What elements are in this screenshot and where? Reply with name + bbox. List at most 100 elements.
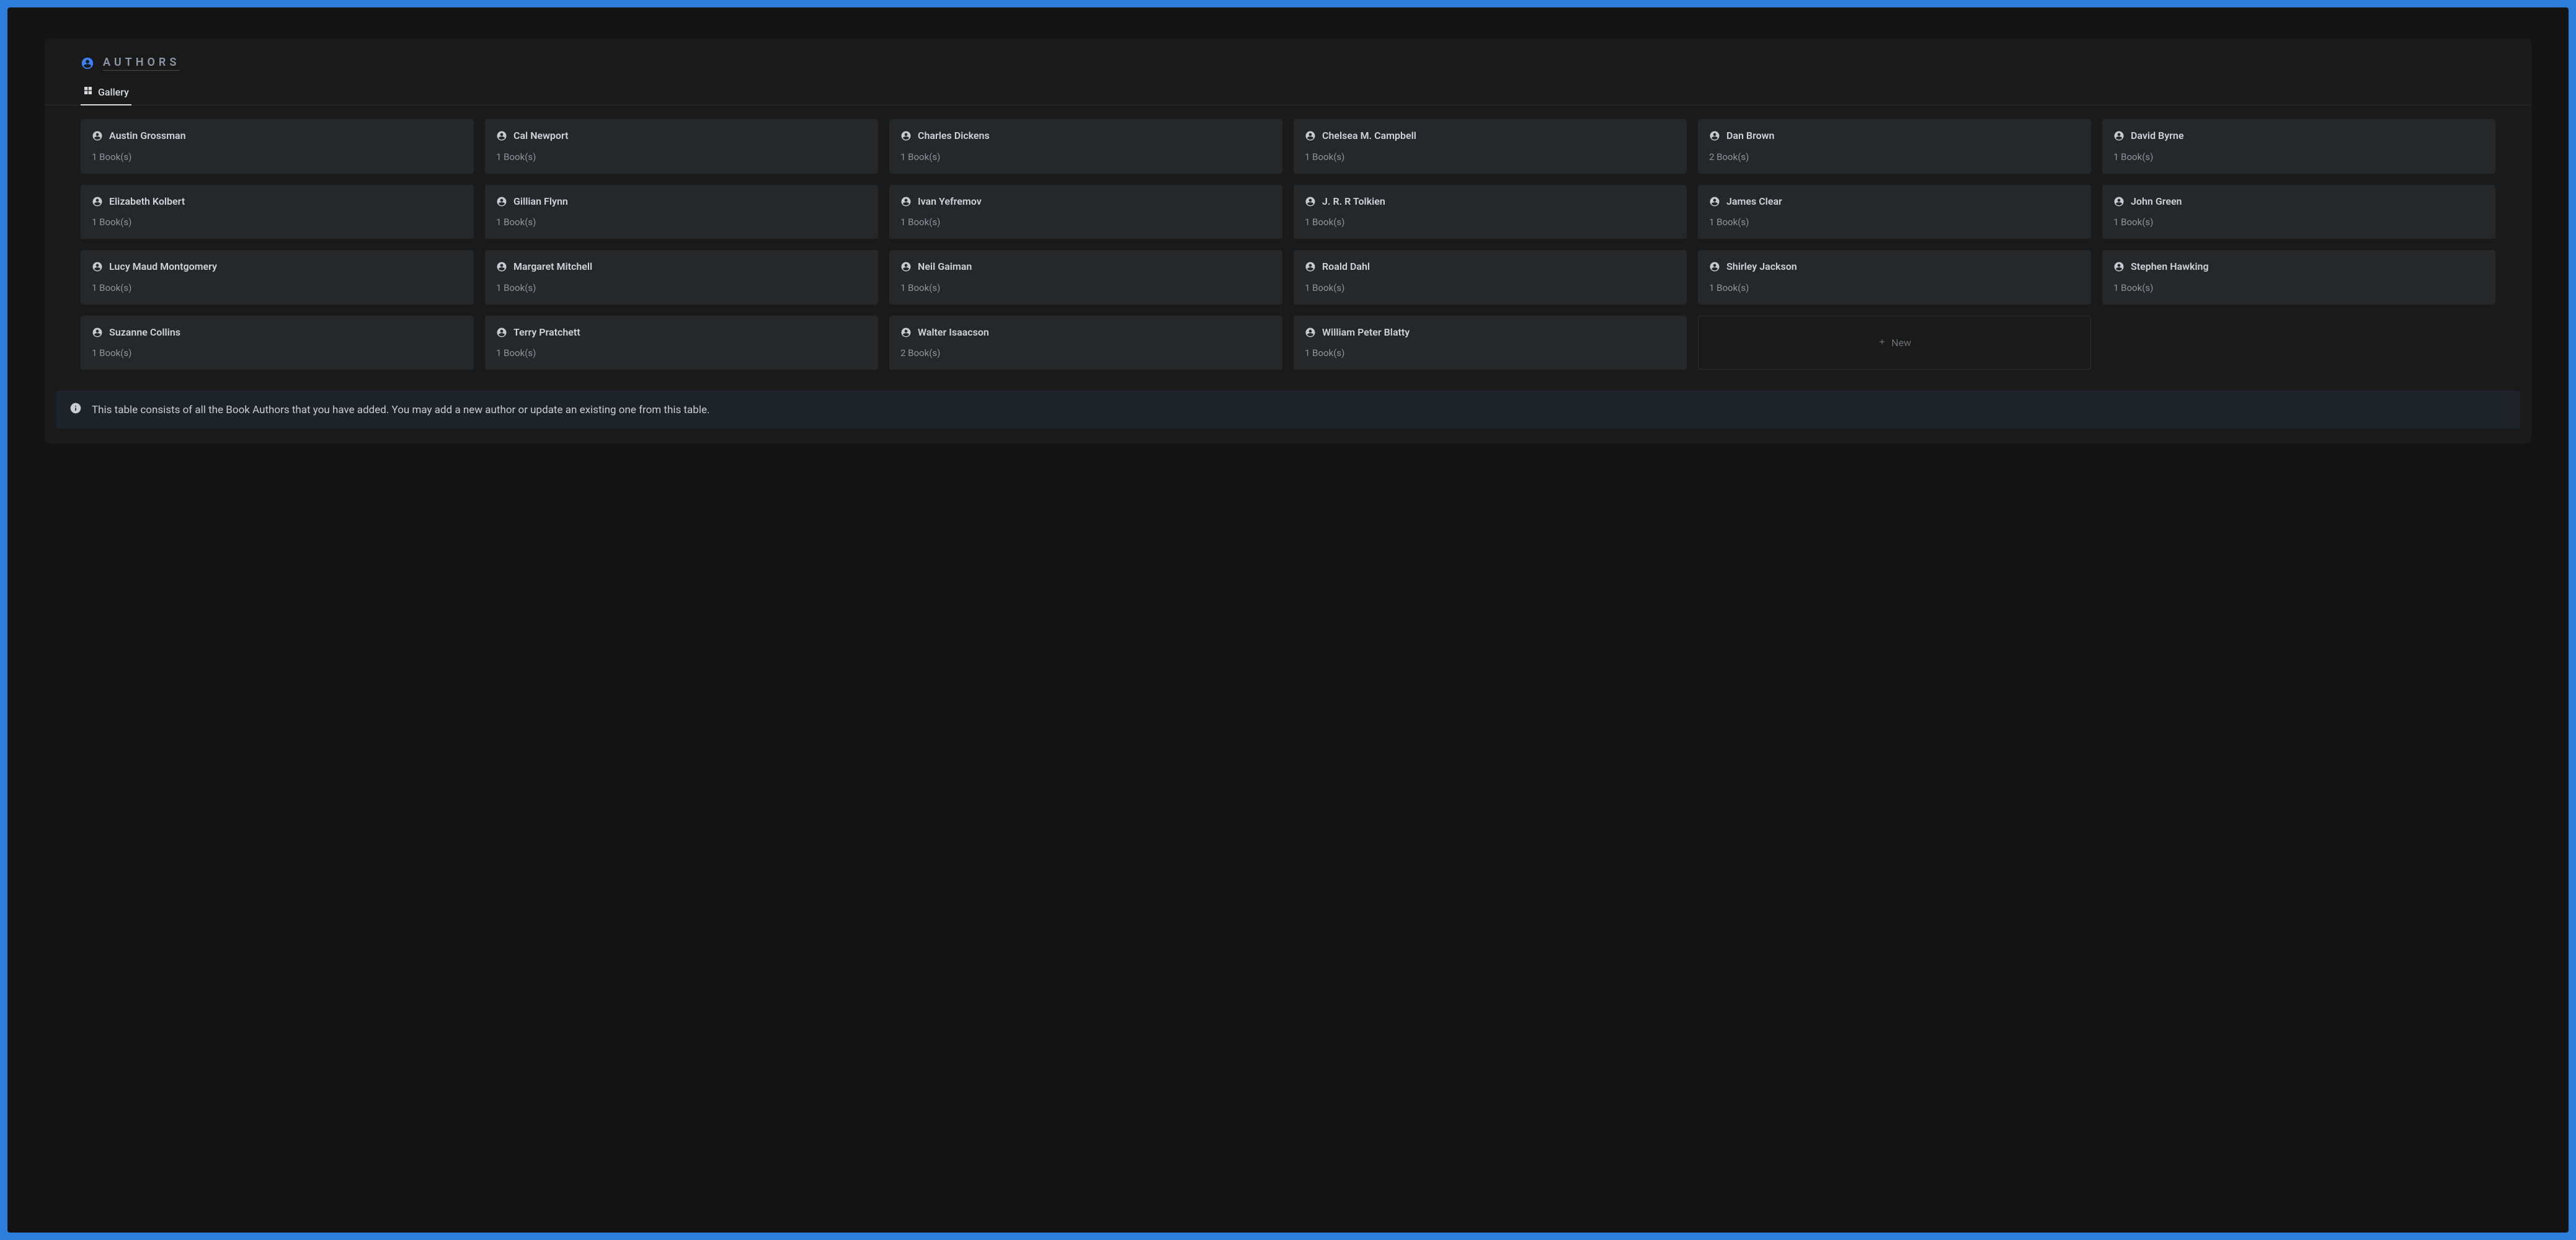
- person-icon: [2113, 261, 2125, 272]
- card-title-row: Margaret Mitchell: [496, 260, 867, 274]
- author-name: Chelsea M. Campbell: [1322, 129, 1416, 143]
- author-card[interactable]: Neil Gaiman 1 Book(s): [889, 250, 1282, 305]
- card-title-row: Lucy Maud Montgomery: [92, 260, 463, 274]
- tab-gallery[interactable]: Gallery: [81, 82, 131, 105]
- author-name: William Peter Blatty: [1322, 326, 1410, 339]
- person-icon: [496, 130, 507, 141]
- author-name: David Byrne: [2131, 129, 2183, 143]
- author-book-count: 1 Book(s): [1709, 216, 2080, 228]
- card-title-row: John Green: [2113, 195, 2484, 208]
- author-book-count: 2 Book(s): [1709, 151, 2080, 163]
- info-text: This table consists of all the Book Auth…: [92, 404, 709, 416]
- author-card[interactable]: Austin Grossman1 Book(s): [81, 119, 474, 174]
- tabs-row: Gallery: [45, 82, 2531, 105]
- author-card[interactable]: David Byrne 1 Book(s): [2102, 119, 2495, 174]
- author-book-count: 1 Book(s): [1305, 216, 1676, 228]
- author-card[interactable]: Charles Dickens1 Book(s): [889, 119, 1282, 174]
- person-icon: [900, 130, 912, 141]
- author-card[interactable]: James Clear 1 Book(s): [1698, 185, 2091, 239]
- author-card[interactable]: Gillian Flynn 1 Book(s): [485, 185, 878, 239]
- author-book-count: 1 Book(s): [496, 151, 867, 163]
- author-card[interactable]: Chelsea M. Campbell 1 Book(s): [1294, 119, 1687, 174]
- author-book-count: 1 Book(s): [92, 347, 463, 359]
- author-book-count: 1 Book(s): [1709, 282, 2080, 293]
- author-card[interactable]: Walter Isaacson 2 Book(s): [889, 316, 1282, 370]
- card-title-row: Walter Isaacson: [900, 326, 1271, 339]
- person-icon: [1305, 130, 1316, 141]
- person-icon: [1305, 261, 1316, 272]
- person-icon: [1709, 261, 1720, 272]
- author-book-count: 1 Book(s): [92, 282, 463, 293]
- author-card[interactable]: William Peter Blatty 1 Book(s): [1294, 316, 1687, 370]
- author-book-count: 1 Book(s): [92, 216, 463, 228]
- card-title-row: Stephen Hawking: [2113, 260, 2484, 274]
- card-title-row: Charles Dickens: [900, 129, 1271, 143]
- person-icon: [92, 327, 103, 338]
- authors-grid: Austin Grossman1 Book(s)Cal Newport1 Boo…: [45, 105, 2531, 377]
- person-icon: [1709, 130, 1720, 141]
- author-card[interactable]: Cal Newport 1 Book(s): [485, 119, 878, 174]
- person-icon: [92, 130, 103, 141]
- author-card[interactable]: Ivan Yefremov1 Book(s): [889, 185, 1282, 239]
- card-title-row: David Byrne: [2113, 129, 2484, 143]
- author-name: Margaret Mitchell: [513, 260, 592, 274]
- page-title: AUTHORS: [103, 56, 180, 71]
- person-icon: [496, 196, 507, 207]
- author-book-count: 1 Book(s): [900, 282, 1271, 293]
- person-icon: [1305, 196, 1316, 207]
- info-callout: This table consists of all the Book Auth…: [56, 391, 2520, 429]
- card-title-row: Neil Gaiman: [900, 260, 1271, 274]
- person-icon: [2113, 196, 2125, 207]
- author-card[interactable]: Suzanne Collins 1 Book(s): [81, 316, 474, 370]
- new-author-button[interactable]: New: [1698, 316, 2091, 370]
- author-name: Cal Newport: [513, 129, 569, 143]
- card-title-row: Terry Pratchett: [496, 326, 867, 339]
- author-card[interactable]: Stephen Hawking 1 Book(s): [2102, 250, 2495, 305]
- author-name: Dan Brown: [1726, 129, 1774, 143]
- card-title-row: J. R. R Tolkien: [1305, 195, 1676, 208]
- author-card[interactable]: Terry Pratchett1 Book(s): [485, 316, 878, 370]
- author-card[interactable]: Margaret Mitchell 1 Book(s): [485, 250, 878, 305]
- author-name: Neil Gaiman: [918, 260, 972, 274]
- author-book-count: 1 Book(s): [1305, 282, 1676, 293]
- person-icon: [1305, 327, 1316, 338]
- plus-icon: [1878, 337, 1886, 349]
- author-book-count: 1 Book(s): [2113, 282, 2484, 293]
- author-card[interactable]: Dan Brown 2 Book(s): [1698, 119, 2091, 174]
- author-name: Ivan Yefremov: [918, 195, 982, 208]
- author-name: Lucy Maud Montgomery: [109, 260, 217, 274]
- tab-label: Gallery: [98, 86, 129, 98]
- author-name: J. R. R Tolkien: [1322, 195, 1385, 208]
- author-name: Austin Grossman: [109, 129, 186, 143]
- new-label: New: [1891, 337, 1911, 349]
- author-card[interactable]: Roald Dahl1 Book(s): [1294, 250, 1687, 305]
- author-book-count: 1 Book(s): [496, 216, 867, 228]
- card-title-row: William Peter Blatty: [1305, 326, 1676, 339]
- person-icon: [2113, 130, 2125, 141]
- card-title-row: Elizabeth Kolbert: [92, 195, 463, 208]
- author-book-count: 1 Book(s): [2113, 151, 2484, 163]
- author-card[interactable]: Elizabeth Kolbert 1 Book(s): [81, 185, 474, 239]
- author-card[interactable]: J. R. R Tolkien 1 Book(s): [1294, 185, 1687, 239]
- panel-header: AUTHORS: [45, 56, 2531, 71]
- author-card[interactable]: Shirley Jackson 1 Book(s): [1698, 250, 2091, 305]
- author-book-count: 2 Book(s): [900, 347, 1271, 359]
- card-title-row: Shirley Jackson: [1709, 260, 2080, 274]
- card-title-row: James Clear: [1709, 195, 2080, 208]
- author-book-count: 1 Book(s): [2113, 216, 2484, 228]
- author-book-count: 1 Book(s): [496, 282, 867, 293]
- author-name: John Green: [2131, 195, 2182, 208]
- author-name: Gillian Flynn: [513, 195, 568, 208]
- card-title-row: Dan Brown: [1709, 129, 2080, 143]
- author-book-count: 1 Book(s): [1305, 347, 1676, 359]
- person-icon: [496, 327, 507, 338]
- author-name: Stephen Hawking: [2131, 260, 2209, 274]
- author-name: Walter Isaacson: [918, 326, 989, 339]
- person-icon: [496, 261, 507, 272]
- author-name: Suzanne Collins: [109, 326, 180, 339]
- author-card[interactable]: John Green 1 Book(s): [2102, 185, 2495, 239]
- author-book-count: 1 Book(s): [1305, 151, 1676, 163]
- authors-panel: AUTHORS Gallery Austin Grossman1 Book(s)…: [45, 38, 2531, 444]
- author-name: Terry Pratchett: [513, 326, 580, 339]
- author-card[interactable]: Lucy Maud Montgomery 1 Book(s): [81, 250, 474, 305]
